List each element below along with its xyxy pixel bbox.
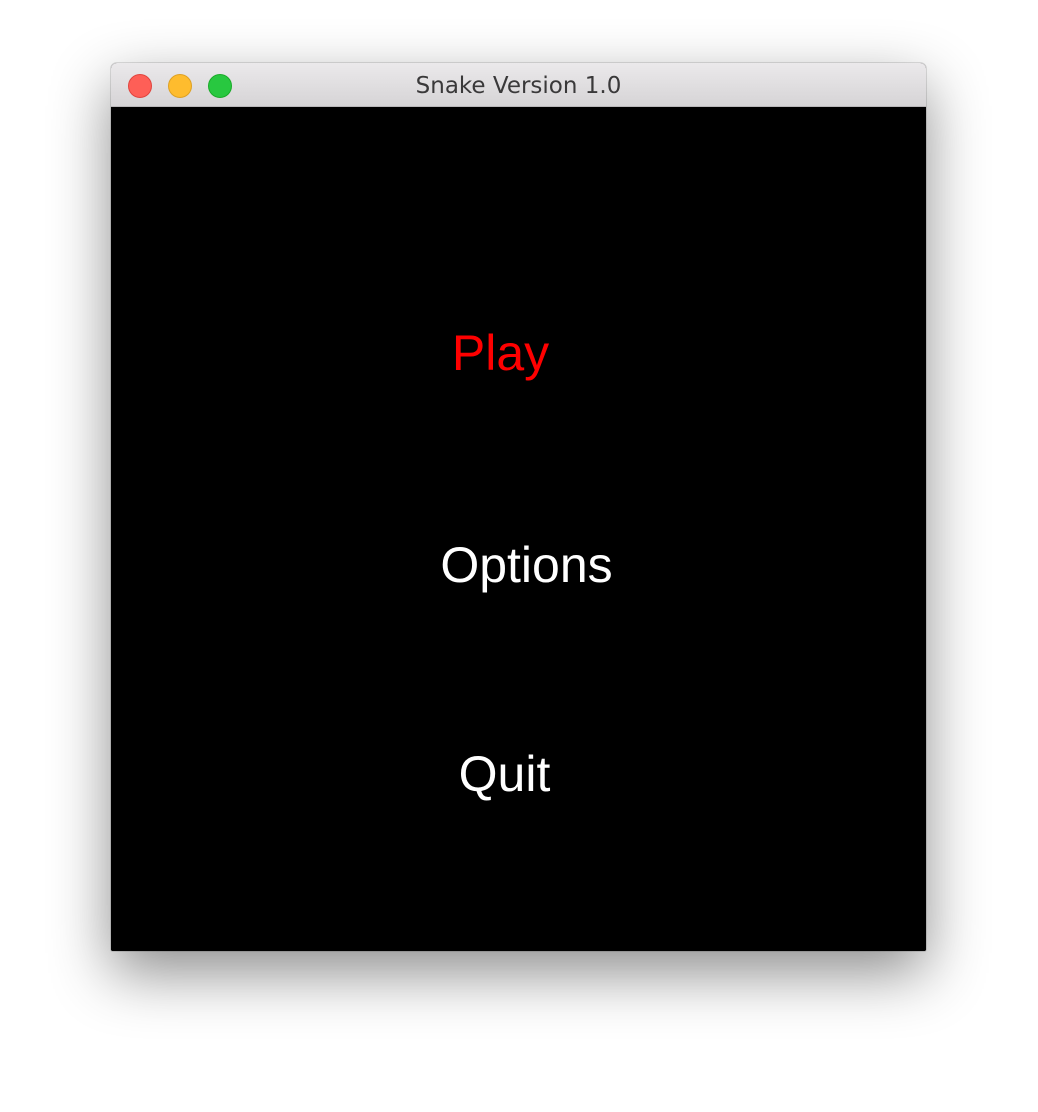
- title-bar[interactable]: Snake Version 1.0: [111, 63, 926, 107]
- game-window: Snake Version 1.0 Play Options Quit: [111, 63, 926, 951]
- menu-item-play[interactable]: Play: [111, 323, 908, 383]
- game-canvas[interactable]: Play Options Quit: [111, 107, 926, 951]
- menu-item-quit[interactable]: Quit: [111, 744, 912, 804]
- menu-item-options[interactable]: Options: [119, 535, 926, 595]
- window-title: Snake Version 1.0: [415, 73, 622, 99]
